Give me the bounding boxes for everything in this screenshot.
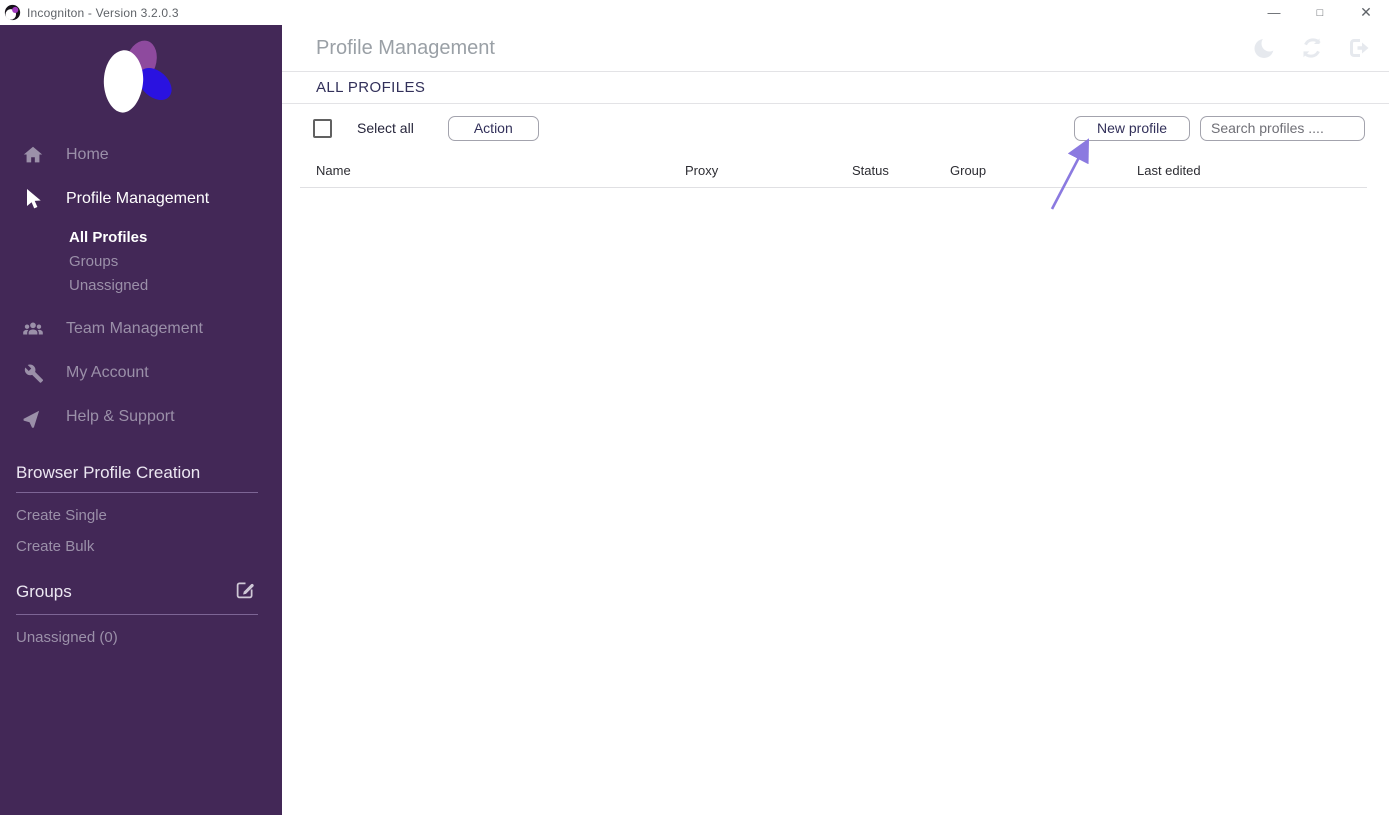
sidebar-item-groups[interactable]: Groups (69, 249, 282, 273)
refresh-icon[interactable] (1300, 36, 1324, 60)
sidebar-item-home[interactable]: Home (0, 133, 282, 177)
moon-icon[interactable] (1253, 36, 1277, 60)
profiles-toolbar: Select all Action New profile (282, 104, 1389, 152)
profile-management-submenu: All Profiles Groups Unassigned (69, 225, 282, 297)
column-header-status: Status (852, 163, 889, 178)
section-title: Browser Profile Creation (16, 463, 201, 482)
logout-icon[interactable] (1347, 36, 1371, 60)
team-icon (20, 318, 46, 340)
section-title: Groups (16, 582, 72, 601)
window-title: Incogniton - Version 3.2.0.3 (27, 5, 179, 20)
select-all-label: Select all (357, 120, 414, 136)
close-button[interactable]: ✕ (1343, 0, 1389, 25)
cursor-icon (20, 188, 46, 210)
incogniton-logo (103, 40, 172, 113)
search-profiles-input[interactable] (1200, 115, 1365, 141)
select-all-checkbox[interactable] (313, 118, 332, 138)
sidebar-item-create-single[interactable]: Create Single (16, 507, 258, 524)
section-title: ALL PROFILES (316, 79, 426, 96)
wrench-icon (20, 363, 46, 384)
sidebar-item-unassigned[interactable]: Unassigned (69, 273, 282, 297)
column-header-last-edited: Last edited (1137, 163, 1201, 178)
send-icon (20, 407, 46, 428)
action-button[interactable]: Action (447, 115, 539, 141)
groups-section: Groups Unassigned (0) (16, 579, 258, 646)
sidebar-item-label: Team Management (66, 320, 203, 337)
main-header: Profile Management (282, 25, 1389, 71)
sidebar-item-label: Home (66, 146, 109, 163)
column-header-group: Group (950, 163, 987, 178)
browser-profile-creation-section: Browser Profile Creation Create Single C… (16, 463, 258, 555)
sidebar-item-label: Help & Support (66, 408, 175, 425)
sidebar-item-create-bulk[interactable]: Create Bulk (16, 538, 258, 555)
page-title: Profile Management (316, 36, 495, 59)
sidebar-item-label: My Account (66, 364, 149, 381)
app-logo-icon (4, 4, 21, 21)
new-profile-button[interactable]: New profile (1074, 115, 1190, 141)
sidebar-item-all-profiles[interactable]: All Profiles (69, 225, 282, 249)
column-header-name: Name (316, 163, 351, 178)
all-profiles-section-bar: ALL PROFILES (282, 72, 1389, 104)
main-content: Profile Management ALL PROFILES Select a… (282, 25, 1389, 815)
sidebar-item-label: Profile Management (66, 190, 210, 207)
column-header-proxy: Proxy (685, 163, 719, 178)
sidebar-item-team-management[interactable]: Team Management (0, 307, 282, 351)
sidebar-item-help-support[interactable]: Help & Support (0, 395, 282, 439)
maximize-button[interactable]: □ (1297, 0, 1343, 25)
sidebar-item-unassigned-count[interactable]: Unassigned (0) (16, 629, 258, 646)
window-titlebar: Incogniton - Version 3.2.0.3 — □ ✕ (0, 0, 1389, 25)
sidebar-item-profile-management[interactable]: Profile Management (0, 177, 282, 221)
home-icon (20, 144, 46, 166)
sidebar-item-my-account[interactable]: My Account (0, 351, 282, 395)
profiles-table-header: Name Proxy Status Group Last edited (300, 158, 1367, 188)
sidebar: Home Profile Management All Profiles Gro… (0, 25, 282, 815)
edit-groups-icon[interactable] (235, 579, 256, 605)
minimize-button[interactable]: — (1251, 0, 1297, 25)
